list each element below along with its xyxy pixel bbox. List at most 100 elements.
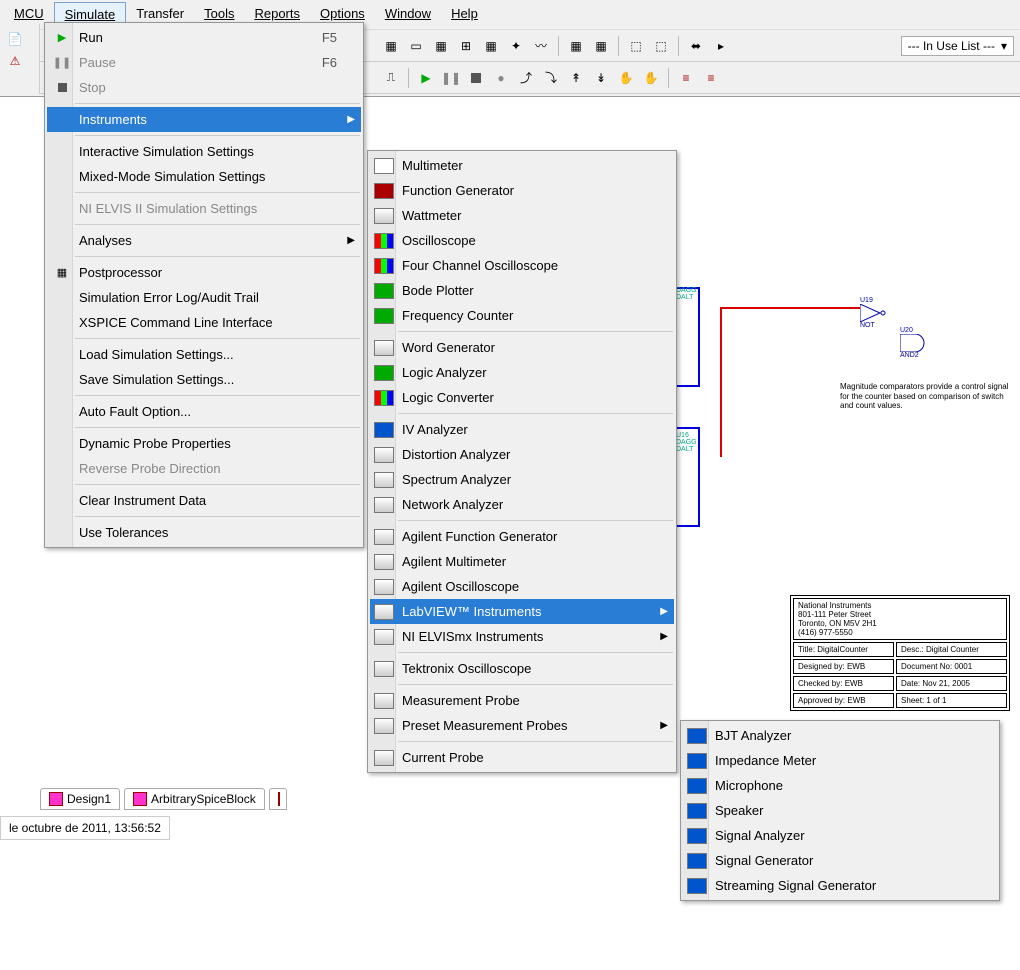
tb-btn-2[interactable]: ▭ <box>405 35 427 57</box>
sim-item-load-simulation-settings-[interactable]: Load Simulation Settings... <box>47 342 361 367</box>
tb-btn-1[interactable]: ▦ <box>380 35 402 57</box>
inst-item-current-probe[interactable]: Current Probe <box>370 745 674 770</box>
inst-item-spectrum-analyzer[interactable]: Spectrum Analyzer <box>370 467 674 492</box>
run-button[interactable]: ▶ <box>415 67 437 89</box>
instrument-icon <box>374 258 394 274</box>
lv-item-microphone[interactable]: Microphone <box>683 773 997 798</box>
side-icon-2[interactable]: ⚠ <box>4 50 26 72</box>
sim-item-mixed-mode-simulation-settings[interactable]: Mixed-Mode Simulation Settings <box>47 164 361 189</box>
lv-item-signal-analyzer[interactable]: Signal Analyzer <box>683 823 997 848</box>
stop-button[interactable] <box>465 67 487 89</box>
tb-btn-11[interactable]: ⬚ <box>650 35 672 57</box>
tb-sim-3[interactable]: ↟ <box>565 67 587 89</box>
tb-btn-5[interactable]: ▦ <box>480 35 502 57</box>
tab-arbitraryspiceblock[interactable]: ArbitrarySpiceBlock <box>124 788 265 810</box>
menu-item-label: Speaker <box>715 803 763 818</box>
tb-btn-6[interactable]: ✦ <box>505 35 527 57</box>
tb-sim-6[interactable]: ✋ <box>640 67 662 89</box>
tb-step-icon[interactable]: ⎍ <box>380 67 402 89</box>
sim-item-postprocessor[interactable]: ▦Postprocessor <box>47 260 361 285</box>
menu-item-label: XSPICE Command Line Interface <box>79 315 273 330</box>
inst-item-tektronix-oscilloscope[interactable]: Tektronix Oscilloscope <box>370 656 674 681</box>
sim-item-auto-fault-option-[interactable]: Auto Fault Option... <box>47 399 361 424</box>
inst-item-function-generator[interactable]: Function Generator <box>370 178 674 203</box>
tab-design1[interactable]: Design1 <box>40 788 120 810</box>
menu-item-label: Auto Fault Option... <box>79 404 191 419</box>
tb-btn-10[interactable]: ⬚ <box>625 35 647 57</box>
tb-btn-7[interactable]: 〰 <box>530 35 552 57</box>
lv-item-speaker[interactable]: Speaker <box>683 798 997 823</box>
pause-button[interactable]: ❚❚ <box>440 67 462 89</box>
tb-btn-9[interactable]: ▦ <box>590 35 612 57</box>
inst-item-preset-measurement-probes[interactable]: Preset Measurement Probes▶ <box>370 713 674 738</box>
sim-item-analyses[interactable]: Analyses▶ <box>47 228 361 253</box>
lv-item-signal-generator[interactable]: Signal Generator <box>683 848 997 873</box>
instrument-icon <box>374 390 394 406</box>
simulate-menu: ▶RunF5❚❚PauseF6StopInstruments▶Interacti… <box>44 22 364 548</box>
inst-item-iv-analyzer[interactable]: IV Analyzer <box>370 417 674 442</box>
tb-sim-5[interactable]: ✋ <box>615 67 637 89</box>
inst-item-oscilloscope[interactable]: Oscilloscope <box>370 228 674 253</box>
lv-item-streaming-signal-generator[interactable]: Streaming Signal Generator <box>683 873 997 898</box>
sim-item-interactive-simulation-settings[interactable]: Interactive Simulation Settings <box>47 139 361 164</box>
inst-item-multimeter[interactable]: Multimeter <box>370 153 674 178</box>
sim-item-save-simulation-settings-[interactable]: Save Simulation Settings... <box>47 367 361 392</box>
design-tabs: Design1 ArbitrarySpiceBlock <box>40 788 287 810</box>
inst-item-distortion-analyzer[interactable]: Distortion Analyzer <box>370 442 674 467</box>
tb-sim-4[interactable]: ↡ <box>590 67 612 89</box>
design-icon <box>278 792 280 806</box>
instrument-icon <box>374 365 394 381</box>
menu-item-label: IV Analyzer <box>402 422 468 437</box>
record-button[interactable]: ● <box>490 67 512 89</box>
inst-item-bode-plotter[interactable]: Bode Plotter <box>370 278 674 303</box>
instrument-icon <box>374 604 394 620</box>
menu-item-label: Analyses <box>79 233 132 248</box>
inst-item-agilent-function-generator[interactable]: Agilent Function Generator <box>370 524 674 549</box>
labview-instrument-icon <box>687 828 707 844</box>
tab-extra[interactable] <box>269 788 287 810</box>
sim-item-simulation-error-log-audit-trail[interactable]: Simulation Error Log/Audit Trail <box>47 285 361 310</box>
tb-bus-1[interactable]: ≡ <box>675 67 697 89</box>
sim-item-xspice-command-line-interface[interactable]: XSPICE Command Line Interface <box>47 310 361 335</box>
labview-instrument-icon <box>687 878 707 894</box>
tb-btn-12[interactable]: ⬌ <box>685 35 707 57</box>
lv-item-bjt-analyzer[interactable]: BJT Analyzer <box>683 723 997 748</box>
tb-sim-1[interactable]: ⤴ <box>515 67 537 89</box>
tb-btn-8[interactable]: ▦ <box>565 35 587 57</box>
menu-item-label: Simulation Error Log/Audit Trail <box>79 290 259 305</box>
inst-item-logic-analyzer[interactable]: Logic Analyzer <box>370 360 674 385</box>
menu-help[interactable]: Help <box>441 2 488 27</box>
sim-item-clear-instrument-data[interactable]: Clear Instrument Data <box>47 488 361 513</box>
statusbar: le octubre de 2011, 13:56:52 <box>0 816 170 840</box>
tb-btn-4[interactable]: ⊞ <box>455 35 477 57</box>
tb-bus-2[interactable]: ≡ <box>700 67 722 89</box>
inst-item-labview-instruments[interactable]: LabVIEW™ Instruments▶ <box>370 599 674 624</box>
sim-item-run[interactable]: ▶RunF5 <box>47 25 361 50</box>
inst-item-ni-elvismx-instruments[interactable]: NI ELVISmx Instruments▶ <box>370 624 674 649</box>
inst-item-wattmeter[interactable]: Wattmeter <box>370 203 674 228</box>
in-use-list-dropdown[interactable]: --- In Use List ---▾ <box>901 36 1014 56</box>
sim-item-dynamic-probe-properties[interactable]: Dynamic Probe Properties <box>47 431 361 456</box>
tb-sim-2[interactable]: ⤵ <box>540 67 562 89</box>
inst-item-agilent-oscilloscope[interactable]: Agilent Oscilloscope <box>370 574 674 599</box>
inst-item-frequency-counter[interactable]: Frequency Counter <box>370 303 674 328</box>
menu-window[interactable]: Window <box>375 2 441 27</box>
side-icon-1[interactable]: 📄 <box>4 28 26 50</box>
sim-item-instruments[interactable]: Instruments▶ <box>47 107 361 132</box>
instrument-icon <box>374 693 394 709</box>
lv-item-impedance-meter[interactable]: Impedance Meter <box>683 748 997 773</box>
menu-item-label: NI ELVIS II Simulation Settings <box>79 201 257 216</box>
tb-btn-3[interactable]: ▦ <box>430 35 452 57</box>
inst-item-agilent-multimeter[interactable]: Agilent Multimeter <box>370 549 674 574</box>
chevron-down-icon: ▾ <box>1001 39 1007 53</box>
inst-item-logic-converter[interactable]: Logic Converter <box>370 385 674 410</box>
instrument-icon <box>374 233 394 249</box>
inst-item-four-channel-oscilloscope[interactable]: Four Channel Oscilloscope <box>370 253 674 278</box>
sim-item-use-tolerances[interactable]: Use Tolerances <box>47 520 361 545</box>
inst-item-word-generator[interactable]: Word Generator <box>370 335 674 360</box>
tb-btn-13[interactable]: ▸ <box>710 35 732 57</box>
inst-item-measurement-probe[interactable]: Measurement Probe <box>370 688 674 713</box>
instrument-icon <box>374 497 394 513</box>
inst-item-network-analyzer[interactable]: Network Analyzer <box>370 492 674 517</box>
instrument-icon <box>374 183 394 199</box>
